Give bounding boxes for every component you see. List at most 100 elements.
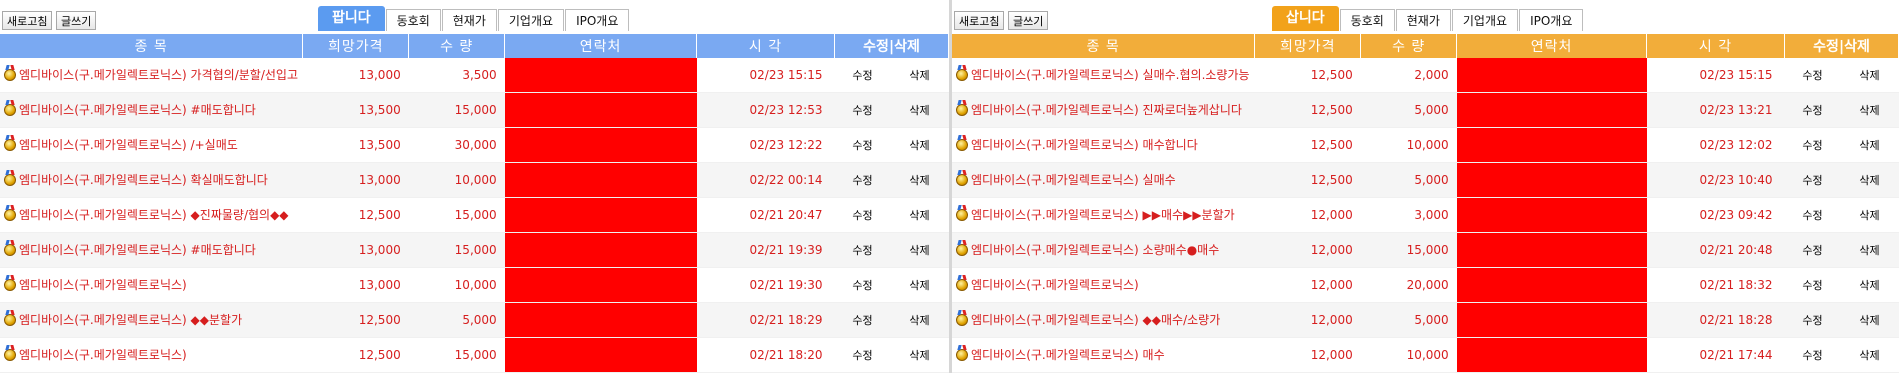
edit-button[interactable]: 수정 <box>834 197 891 233</box>
tab-sell[interactable]: 팝니다 <box>318 6 385 31</box>
tab-ipo-overview[interactable]: IPO개요 <box>1519 9 1584 31</box>
delete-button[interactable]: 삭제 <box>1840 197 1899 233</box>
delete-button[interactable]: 삭제 <box>890 267 949 303</box>
listing-title-link[interactable]: 엠디바이스(구.메가일렉트로닉스) <box>971 278 1139 292</box>
tab-company-overview[interactable]: 기업개요 <box>1451 9 1519 31</box>
listing-title-link[interactable]: 엠디바이스(구.메가일렉트로닉스) 가격협의/분할/선입고 <box>19 68 298 82</box>
item-cell: 엠디바이스(구.메가일렉트로닉스) 소량매수●매수 <box>952 232 1255 268</box>
listing-title-link[interactable]: 엠디바이스(구.메가일렉트로닉스) 진짜로더높게삽니다 <box>971 103 1242 117</box>
listing-title-link[interactable]: 엠디바이스(구.메가일렉트로닉스) ◆◆분할가 <box>19 313 242 327</box>
time-cell: 02/23 12:22 <box>696 127 835 163</box>
delete-button[interactable]: 삭제 <box>1840 337 1899 373</box>
medal-icon <box>4 244 16 256</box>
delete-button[interactable]: 삭제 <box>890 58 949 93</box>
edit-button[interactable]: 수정 <box>834 337 891 373</box>
listing-title-link[interactable]: 엠디바이스(구.메가일렉트로닉스) ▶▶매수▶▶분할가 <box>971 208 1235 222</box>
delete-button[interactable]: 삭제 <box>890 197 949 233</box>
price-cell: 12,000 <box>1254 232 1361 268</box>
edit-button[interactable]: 수정 <box>834 232 891 268</box>
table-row: 엠디바이스(구.메가일렉트로닉스) /+실매도 13,500 30,000 02/23… <box>0 127 949 163</box>
edit-button[interactable]: 수정 <box>834 58 891 93</box>
tab-ipo-overview[interactable]: IPO개요 <box>565 9 630 31</box>
listing-title-link[interactable]: 엠디바이스(구.메가일렉트로닉스) <box>19 278 187 292</box>
delete-button[interactable]: 삭제 <box>1840 162 1899 198</box>
edit-button[interactable]: 수정 <box>834 302 891 338</box>
edit-button[interactable]: 수정 <box>1784 337 1841 373</box>
listing-title-link[interactable]: 엠디바이스(구.메가일렉트로닉스) #매도합니다 <box>19 103 256 117</box>
tab-buy[interactable]: 삽니다 <box>1272 6 1339 31</box>
medal-icon <box>4 279 16 291</box>
delete-button[interactable]: 삭제 <box>1840 58 1899 93</box>
sell-tabs: 팝니다 동호회 현재가 기업개요 IPO개요 <box>318 6 630 31</box>
write-button[interactable]: 글쓰기 <box>1008 11 1049 30</box>
medal-icon <box>4 174 16 186</box>
price-cell: 12,500 <box>302 197 409 233</box>
quantity-cell: 10,000 <box>408 162 505 198</box>
edit-button[interactable]: 수정 <box>1784 302 1841 338</box>
header-contact: 연락처 <box>1456 34 1648 58</box>
delete-button[interactable]: 삭제 <box>1840 267 1899 303</box>
edit-button[interactable]: 수정 <box>834 162 891 198</box>
item-cell: 엠디바이스(구.메가일렉트로닉스) 진짜로더높게삽니다 <box>952 92 1255 128</box>
tab-current-price[interactable]: 현재가 <box>1395 9 1451 31</box>
quantity-cell: 15,000 <box>408 232 505 268</box>
quantity-cell: 15,000 <box>408 337 505 373</box>
item-cell: 엠디바이스(구.메가일렉트로닉스) 실매수.협의.소량가능 <box>952 58 1255 93</box>
time-cell: 02/23 12:02 <box>1646 127 1785 163</box>
listing-title-link[interactable]: 엠디바이스(구.메가일렉트로닉스) ◆◆매수/소량가 <box>971 313 1220 327</box>
time-cell: 02/23 13:21 <box>1646 92 1785 128</box>
listing-title-link[interactable]: 엠디바이스(구.메가일렉트로닉스) ◆진짜물량/협의◆◆ <box>19 208 289 222</box>
contact-cell-redacted <box>504 162 697 198</box>
delete-button[interactable]: 삭제 <box>1840 302 1899 338</box>
listing-title-link[interactable]: 엠디바이스(구.메가일렉트로닉스) 실매수.협의.소량가능 <box>971 68 1250 82</box>
delete-button[interactable]: 삭제 <box>1840 232 1899 268</box>
edit-button[interactable]: 수정 <box>834 127 891 163</box>
tab-company-overview[interactable]: 기업개요 <box>497 9 565 31</box>
delete-button[interactable]: 삭제 <box>1840 127 1899 163</box>
item-cell: 엠디바이스(구.메가일렉트로닉스) #매도합니다 <box>0 232 303 268</box>
delete-button[interactable]: 삭제 <box>890 162 949 198</box>
tab-current-price[interactable]: 현재가 <box>441 9 497 31</box>
edit-button[interactable]: 수정 <box>1784 162 1841 198</box>
listing-title-link[interactable]: 엠디바이스(구.메가일렉트로닉스) 소량매수●매수 <box>971 243 1219 257</box>
edit-button[interactable]: 수정 <box>1784 92 1841 128</box>
refresh-button[interactable]: 새로고침 <box>2 11 53 30</box>
price-cell: 12,000 <box>1254 267 1361 303</box>
edit-button[interactable]: 수정 <box>834 267 891 303</box>
contact-cell-redacted <box>1456 127 1647 163</box>
quantity-cell: 30,000 <box>408 127 505 163</box>
quantity-cell: 5,000 <box>1360 302 1457 338</box>
price-cell: 12,500 <box>1254 127 1361 163</box>
listing-title-link[interactable]: 엠디바이스(구.메가일렉트로닉스) #매도합니다 <box>19 243 256 257</box>
table-row: 엠디바이스(구.메가일렉트로닉스) 진짜로더높게삽니다 12,500 5,000 02… <box>952 92 1899 128</box>
price-cell: 13,000 <box>302 162 409 198</box>
listing-title-link[interactable]: 엠디바이스(구.메가일렉트로닉스) <box>19 348 187 362</box>
quantity-cell: 15,000 <box>408 197 505 233</box>
table-row: 엠디바이스(구.메가일렉트로닉스) 소량매수●매수 12,000 15,000 02/… <box>952 232 1899 268</box>
write-button[interactable]: 글쓰기 <box>56 11 97 30</box>
listing-title-link[interactable]: 엠디바이스(구.메가일렉트로닉스) /+실매도 <box>19 138 238 152</box>
listing-title-link[interactable]: 엠디바이스(구.메가일렉트로닉스) 확실매도합니다 <box>19 173 268 187</box>
edit-button[interactable]: 수정 <box>834 92 891 128</box>
edit-button[interactable]: 수정 <box>1784 127 1841 163</box>
edit-button[interactable]: 수정 <box>1784 197 1841 233</box>
delete-button[interactable]: 삭제 <box>1840 92 1899 128</box>
header-edit-delete: 수정|삭제 <box>1784 34 1899 58</box>
tab-club[interactable]: 동호회 <box>385 9 441 31</box>
delete-button[interactable]: 삭제 <box>890 232 949 268</box>
quantity-cell: 10,000 <box>1360 127 1457 163</box>
edit-button[interactable]: 수정 <box>1784 58 1841 93</box>
listing-title-link[interactable]: 엠디바이스(구.메가일렉트로닉스) 실매수 <box>971 173 1176 187</box>
delete-button[interactable]: 삭제 <box>890 337 949 373</box>
tab-club[interactable]: 동호회 <box>1339 9 1395 31</box>
refresh-button[interactable]: 새로고침 <box>954 11 1005 30</box>
delete-button[interactable]: 삭제 <box>890 92 949 128</box>
edit-button[interactable]: 수정 <box>1784 267 1841 303</box>
contact-cell-redacted <box>504 58 697 93</box>
contact-cell-redacted <box>1456 92 1647 128</box>
edit-button[interactable]: 수정 <box>1784 232 1841 268</box>
listing-title-link[interactable]: 엠디바이스(구.메가일렉트로닉스) 매수합니다 <box>971 138 1198 152</box>
delete-button[interactable]: 삭제 <box>890 127 949 163</box>
listing-title-link[interactable]: 엠디바이스(구.메가일렉트로닉스) 매수 <box>971 348 1165 362</box>
delete-button[interactable]: 삭제 <box>890 302 949 338</box>
